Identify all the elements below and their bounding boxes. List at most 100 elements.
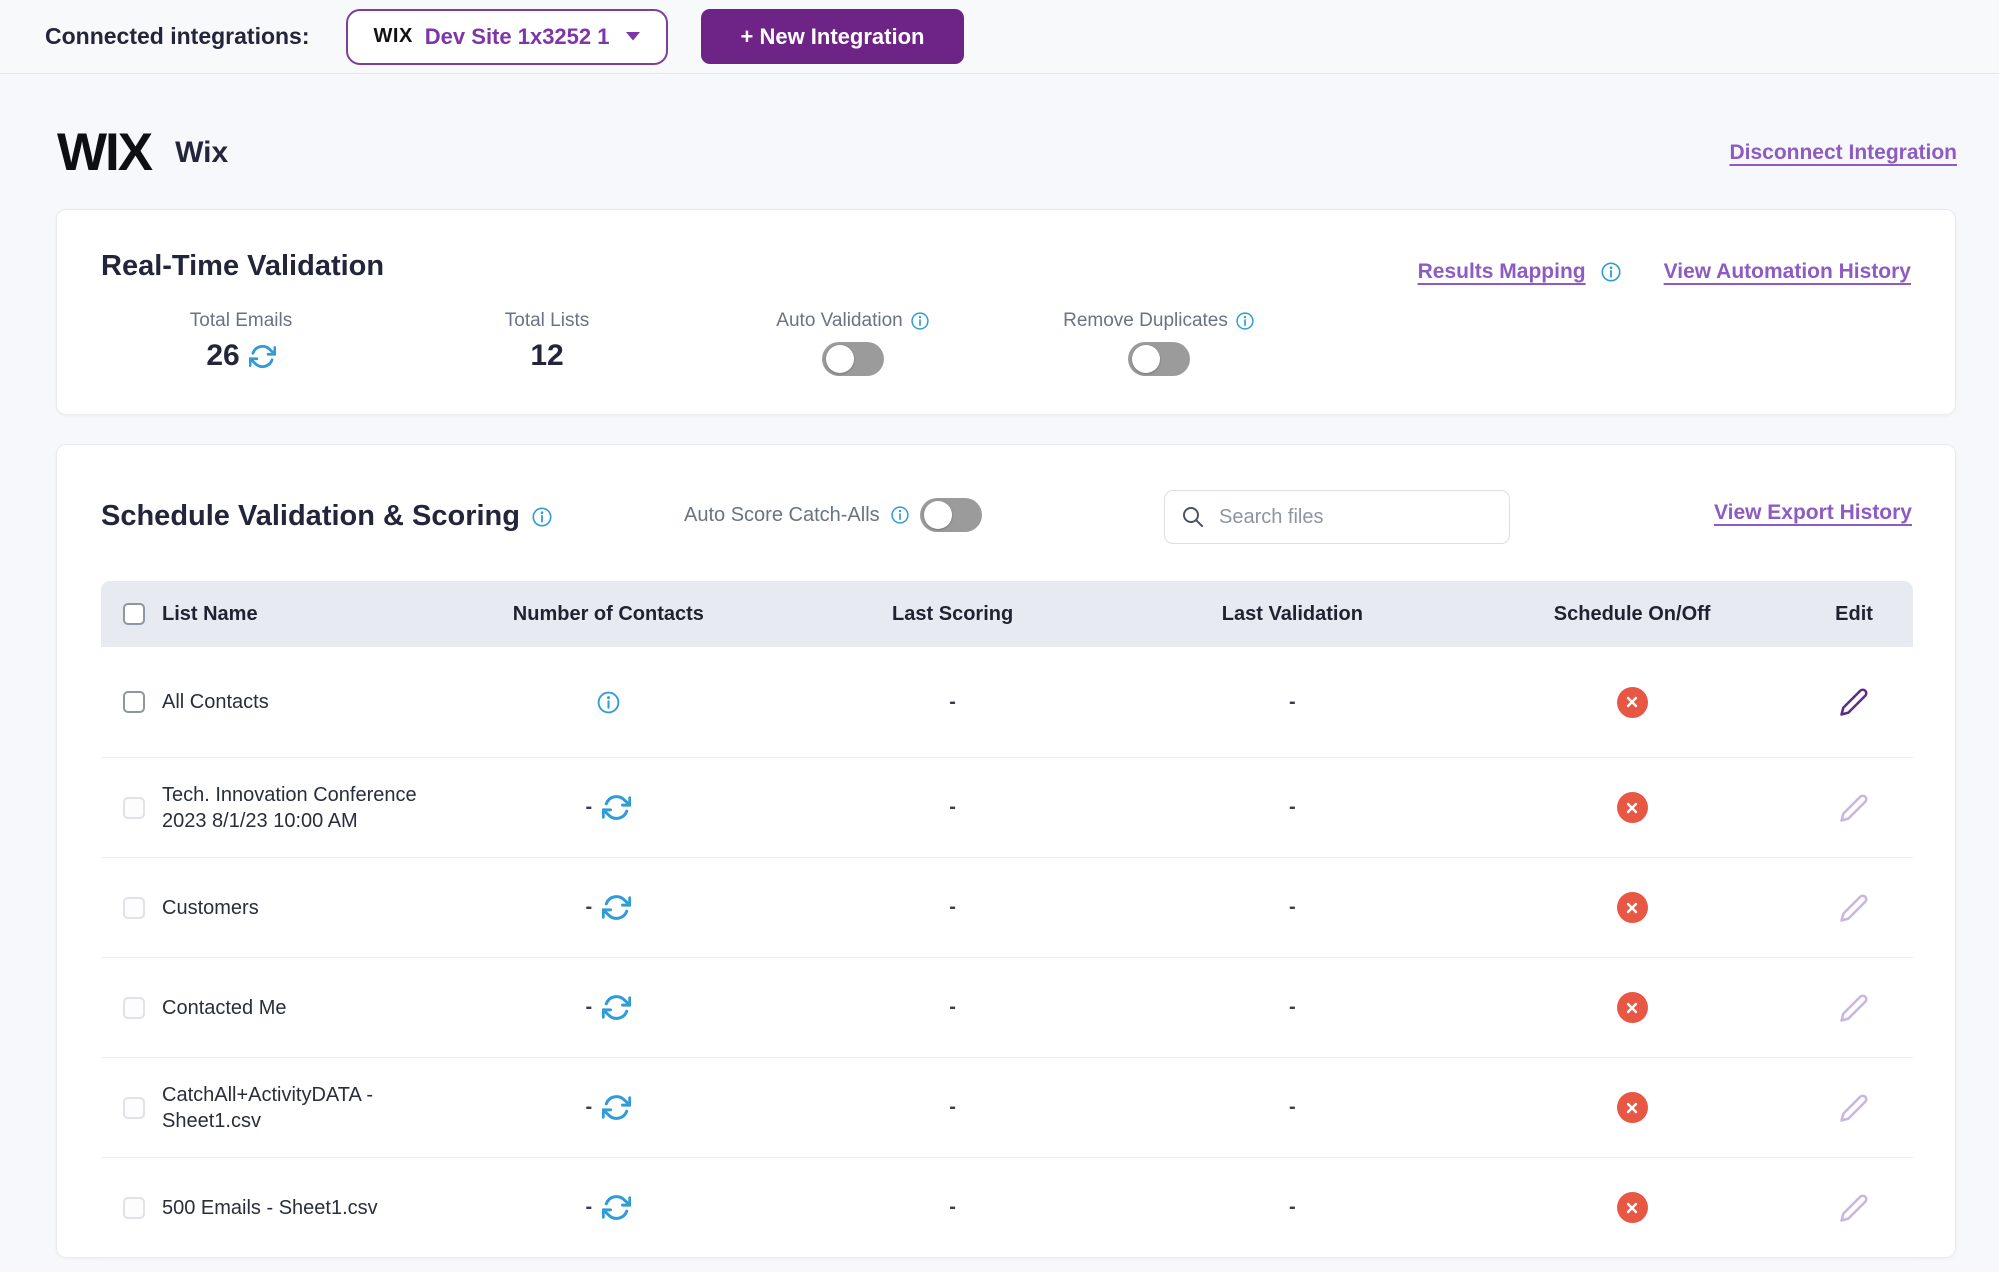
stats-row: Total Emails 26 Total Lists 12 Auto Vali… (88, 310, 1312, 376)
edit-icon[interactable] (1839, 793, 1869, 823)
search-icon (1181, 505, 1205, 529)
col-list-name: List Name (162, 603, 258, 626)
schedule-off-icon[interactable] (1617, 687, 1648, 718)
schedule-off-icon[interactable] (1617, 992, 1648, 1023)
table-row: All Contacts - - (101, 647, 1913, 758)
last-scoring-value: - (949, 996, 956, 1019)
contacts-value: - (586, 996, 593, 1019)
schedule-validation-info-icon[interactable] (531, 506, 553, 528)
col-number-of-contacts: Number of Contacts (427, 603, 789, 626)
total-lists-label: Total Lists (505, 310, 589, 332)
integration-select[interactable]: WIX Dev Site 1x3252 1 (346, 9, 668, 65)
list-name: CatchAll+ActivityDATA - Sheet1.csv (162, 1082, 420, 1134)
refresh-icon[interactable] (602, 1093, 631, 1122)
auto-score-label: Auto Score Catch-Alls (684, 504, 880, 527)
disconnect-integration-link[interactable]: Disconnect Integration (1729, 141, 1957, 165)
table-row: Tech. Innovation Conference 2023 8/1/23 … (101, 758, 1913, 858)
edit-icon[interactable] (1839, 893, 1869, 923)
contacts-value: - (586, 1096, 593, 1119)
refresh-icon[interactable] (602, 793, 631, 822)
total-emails-value: 26 (206, 339, 239, 373)
contacts-value: - (586, 796, 593, 819)
list-name: Contacted Me (162, 995, 287, 1021)
results-mapping-info-icon[interactable] (1600, 261, 1622, 283)
chevron-down-icon (626, 32, 640, 41)
col-edit: Edit (1795, 603, 1913, 626)
row-checkbox[interactable] (123, 1197, 145, 1219)
row-checkbox[interactable] (123, 1097, 145, 1119)
row-checkbox[interactable] (123, 997, 145, 1019)
schedule-validation-card: Schedule Validation & Scoring Auto Score… (56, 444, 1956, 1258)
auto-validation-toggle[interactable] (822, 342, 884, 376)
remove-duplicates-info-icon[interactable] (1235, 311, 1255, 331)
table-row: 500 Emails - Sheet1.csv - - - (101, 1158, 1913, 1258)
last-validation-value: - (1289, 691, 1296, 714)
col-last-scoring: Last Scoring (790, 603, 1116, 626)
edit-icon[interactable] (1839, 1193, 1869, 1223)
col-last-validation: Last Validation (1116, 603, 1469, 626)
last-validation-value: - (1289, 1196, 1296, 1219)
row-checkbox[interactable] (123, 897, 145, 919)
last-scoring-value: - (949, 1096, 956, 1119)
total-emails-label: Total Emails (190, 310, 292, 332)
page: Connected integrations: WIX Dev Site 1x3… (0, 0, 1999, 1272)
wix-brand-mark: WIX (374, 25, 413, 48)
page-title: Wix (175, 136, 228, 170)
list-name: All Contacts (162, 689, 269, 715)
schedule-off-icon[interactable] (1617, 1092, 1648, 1123)
refresh-icon[interactable] (602, 1193, 631, 1222)
edit-icon[interactable] (1839, 993, 1869, 1023)
remove-duplicates-block: Remove Duplicates (1006, 310, 1312, 376)
topbar: Connected integrations: WIX Dev Site 1x3… (0, 0, 1999, 74)
list-name: Tech. Innovation Conference 2023 8/1/23 … (162, 782, 420, 834)
remove-duplicates-toggle[interactable] (1128, 342, 1190, 376)
list-name: Customers (162, 895, 259, 921)
contacts-value: - (586, 896, 593, 919)
wix-logo: WIX (57, 122, 151, 183)
search-box (1164, 490, 1510, 544)
auto-validation-label: Auto Validation (776, 310, 902, 332)
select-all-checkbox[interactable] (123, 603, 145, 625)
schedule-off-icon[interactable] (1617, 1192, 1648, 1223)
last-validation-value: - (1289, 896, 1296, 919)
table-row: Contacted Me - - - (101, 958, 1913, 1058)
schedule-off-icon[interactable] (1617, 892, 1648, 923)
list-name: 500 Emails - Sheet1.csv (162, 1195, 378, 1221)
view-automation-history-link[interactable]: View Automation History (1664, 260, 1911, 284)
col-schedule-on-off: Schedule On/Off (1469, 603, 1795, 626)
total-lists-value: 12 (530, 339, 563, 373)
remove-duplicates-label: Remove Duplicates (1063, 310, 1228, 332)
search-input[interactable] (1219, 506, 1493, 529)
contacts-value: - (586, 1196, 593, 1219)
lists-table: List Name Number of Contacts Last Scorin… (101, 581, 1913, 1258)
auto-score-info-icon[interactable] (890, 505, 910, 525)
table-row: CatchAll+ActivityDATA - Sheet1.csv - - - (101, 1058, 1913, 1158)
row-checkbox[interactable] (123, 797, 145, 819)
table-row: Customers - - - (101, 858, 1913, 958)
last-scoring-value: - (949, 691, 956, 714)
stat-total-emails: Total Emails 26 (88, 310, 394, 376)
auto-validation-info-icon[interactable] (910, 311, 930, 331)
refresh-icon[interactable] (602, 993, 631, 1022)
last-scoring-value: - (949, 796, 956, 819)
stat-total-lists: Total Lists 12 (394, 310, 700, 376)
results-mapping-link[interactable]: Results Mapping (1418, 260, 1586, 284)
row-checkbox[interactable] (123, 691, 145, 713)
edit-icon[interactable] (1839, 1093, 1869, 1123)
connected-integrations-label: Connected integrations: (45, 23, 310, 50)
schedule-validation-title: Schedule Validation & Scoring (101, 500, 520, 533)
last-validation-value: - (1289, 996, 1296, 1019)
integration-select-value: Dev Site 1x3252 1 (425, 24, 610, 50)
view-export-history-link[interactable]: View Export History (1714, 501, 1912, 525)
refresh-icon[interactable] (249, 343, 276, 370)
last-scoring-value: - (949, 1196, 956, 1219)
refresh-icon[interactable] (602, 893, 631, 922)
last-validation-value: - (1289, 1096, 1296, 1119)
edit-icon[interactable] (1839, 687, 1869, 717)
contacts-info-icon[interactable] (596, 690, 621, 715)
schedule-off-icon[interactable] (1617, 792, 1648, 823)
new-integration-button[interactable]: + New Integration (701, 9, 965, 64)
table-header: List Name Number of Contacts Last Scorin… (101, 581, 1913, 647)
auto-validation-block: Auto Validation (700, 310, 1006, 376)
auto-score-toggle[interactable] (920, 498, 982, 532)
